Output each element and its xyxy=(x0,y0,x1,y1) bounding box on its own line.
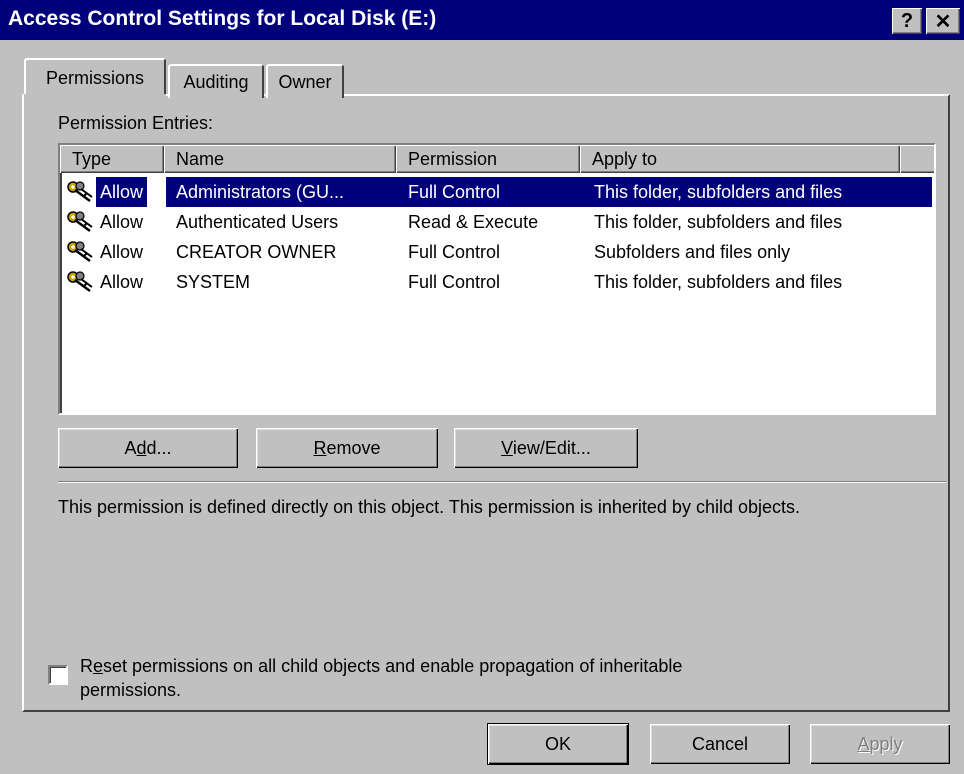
title-bar: Access Control Settings for Local Disk (… xyxy=(0,0,964,40)
row-apply-to: Subfolders and files only xyxy=(594,242,791,262)
help-icon: ? xyxy=(900,9,914,32)
ok-button[interactable]: OK xyxy=(487,723,629,765)
tab-auditing[interactable]: Auditing xyxy=(168,64,264,98)
row-type: Allow xyxy=(100,212,144,232)
apply-button-label: Apply xyxy=(857,733,903,754)
tab-permissions[interactable]: Permissions xyxy=(24,58,166,96)
table-row[interactable]: Allow CREATOR OWNER Full Control Subfolders… xyxy=(62,237,934,267)
reset-permissions-checkbox[interactable] xyxy=(48,665,68,685)
window-title: Access Control Settings for Local Disk (… xyxy=(8,7,437,30)
cancel-button[interactable]: Cancel xyxy=(650,724,790,764)
tab-owner-label: Owner xyxy=(278,71,332,92)
apply-button[interactable]: Apply xyxy=(810,724,950,764)
separator xyxy=(58,481,946,483)
table-row[interactable]: Allow SYSTEM Full Control This folder, subf… xyxy=(62,267,934,297)
column-header-permission[interactable]: Permission xyxy=(396,145,580,173)
row-apply-to: This folder, subfolders and files xyxy=(594,272,843,292)
cancel-button-label: Cancel xyxy=(691,733,749,754)
row-name: Administrators (GU... xyxy=(176,177,345,207)
keys-icon xyxy=(66,241,96,268)
permission-entries-list[interactable]: Type Name Permission Apply to Allow Admin… xyxy=(58,143,936,415)
tab-auditing-label: Auditing xyxy=(183,71,249,92)
tab-owner[interactable]: Owner xyxy=(266,64,344,98)
view-edit-button[interactable]: View/Edit... xyxy=(454,428,638,468)
active-tab-joiner xyxy=(24,94,166,98)
keys-icon xyxy=(66,211,96,238)
row-type: Allow xyxy=(100,242,144,262)
add-button[interactable]: Add... xyxy=(58,428,238,468)
row-permission: Full Control xyxy=(408,242,501,262)
column-header-name[interactable]: Name xyxy=(164,145,396,173)
row-name: SYSTEM xyxy=(176,272,251,292)
table-row[interactable]: Allow Authenticated Users Read & Execute Th… xyxy=(62,207,934,237)
add-button-label: Add... xyxy=(124,437,172,458)
row-apply-to: This folder, subfolders and files xyxy=(594,212,843,232)
row-permission: Full Control xyxy=(408,272,501,292)
ok-button-label: OK xyxy=(544,733,571,754)
column-header-filler xyxy=(900,145,934,173)
keys-icon xyxy=(66,181,96,208)
permission-entries-label: Permission Entries: xyxy=(58,113,214,133)
row-type: Allow xyxy=(100,272,144,292)
help-button[interactable]: ? xyxy=(892,8,922,34)
row-name: Authenticated Users xyxy=(176,212,339,232)
row-apply-to: This folder, subfolders and files xyxy=(594,177,843,207)
permission-description: This permission is defined directly on t… xyxy=(58,497,800,517)
close-button[interactable]: ✕ xyxy=(926,8,960,34)
tab-permissions-label: Permissions xyxy=(45,67,145,88)
row-permission: Full Control xyxy=(408,177,501,207)
row-permission: Read & Execute xyxy=(408,212,539,232)
close-icon: ✕ xyxy=(934,10,952,33)
column-header-apply-to[interactable]: Apply to xyxy=(580,145,900,173)
remove-button-label: Remove xyxy=(313,437,381,458)
row-type: Allow xyxy=(96,177,148,207)
table-row[interactable]: Allow Administrators (GU... Full Control Th… xyxy=(62,177,934,207)
keys-icon xyxy=(66,271,96,298)
remove-button[interactable]: Remove xyxy=(256,428,438,468)
row-name: CREATOR OWNER xyxy=(176,242,337,262)
column-header-type[interactable]: Type xyxy=(60,145,164,173)
reset-permissions-label[interactable]: Reset permissions on all child objects a… xyxy=(80,654,682,702)
view-edit-button-label: View/Edit... xyxy=(501,437,591,458)
